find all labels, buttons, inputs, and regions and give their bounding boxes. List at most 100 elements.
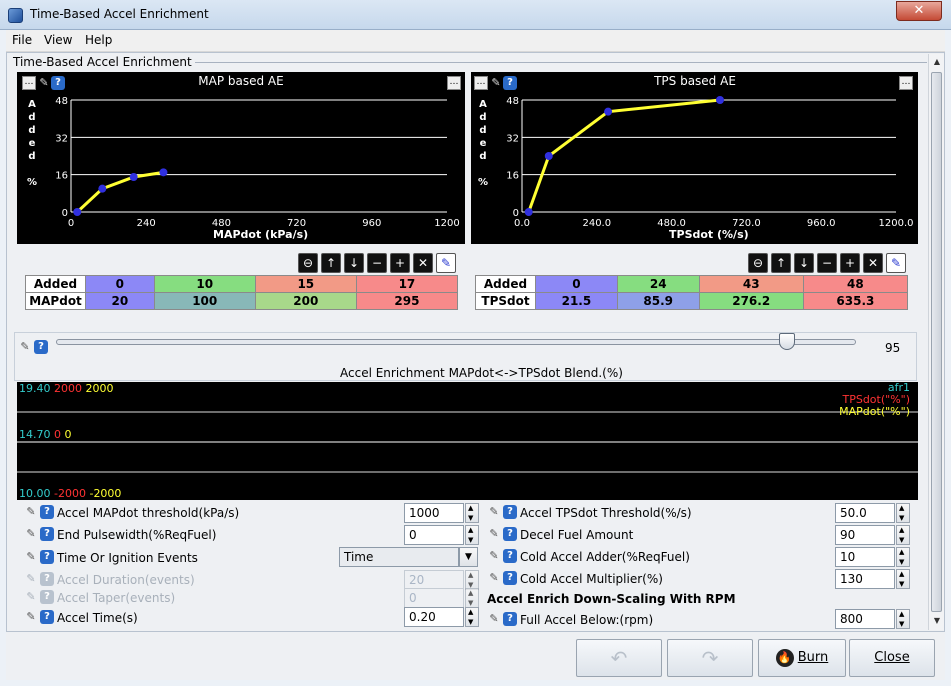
cold-accel-mult-spinner[interactable] [896,569,910,589]
cold-accel-adder-spinner[interactable] [896,547,910,567]
edit-icon[interactable]: ✎ [24,610,38,624]
edit-icon[interactable]: ✎ [24,505,38,519]
accel-time-input[interactable]: 0.20 [404,607,464,627]
tps-dot-cell[interactable]: 276.2 [698,292,804,310]
tps-table-minus-all-button[interactable]: ⊖ [748,253,768,273]
help-icon[interactable]: ? [503,612,517,626]
help-icon[interactable]: ? [503,505,517,519]
map-dot-cell[interactable]: 100 [153,292,256,310]
map-table-down-button[interactable]: ↓ [344,253,364,273]
map-y-axis-label: A d d e d % [26,98,38,189]
tps-chart-help-icon[interactable]: ? [503,76,517,90]
edit-icon[interactable]: ✎ [24,527,38,541]
blend-edit-icon[interactable]: ✎ [18,340,32,354]
edit-icon[interactable]: ✎ [24,550,38,564]
mapdot-threshold-input[interactable]: 1000 [404,503,464,523]
full-accel-below-spinner[interactable] [896,609,910,629]
cold-accel-mult-input[interactable]: 130 [835,569,895,589]
help-icon[interactable]: ? [503,527,517,541]
end-pulsewidth-input[interactable]: 0 [404,525,464,545]
tps-table-up-button[interactable]: ↑ [771,253,791,273]
menu-view[interactable]: View [44,33,72,47]
tps-table-clear-button[interactable]: ✕ [863,253,883,273]
edit-icon[interactable]: ✎ [487,571,501,585]
tps-table-increment-button[interactable]: + [840,253,860,273]
time-or-events-select[interactable]: Time [339,547,459,567]
map-table-edit-button[interactable]: ✎ [436,253,456,273]
menu-help[interactable]: Help [85,33,112,47]
tps-chart-options-button[interactable]: … [899,76,913,90]
menu-bar: File View Help [6,30,945,52]
scrollbar-thumb[interactable] [931,72,942,612]
edit-icon[interactable]: ✎ [487,549,501,563]
map-table-minus-all-button[interactable]: ⊖ [298,253,318,273]
help-icon[interactable]: ? [40,610,54,624]
tps-chart-menu-button[interactable]: … [474,76,488,90]
map-table-increment-button[interactable]: + [390,253,410,273]
tps-ae-chart[interactable]: 48 32 16 0 0.0 240.0 480.0 720.0 960.0 1200.0 TPS… [471,72,918,244]
accel-time-spinner[interactable] [465,607,479,627]
undo-button[interactable]: ↶ [576,639,662,677]
map-dot-cell[interactable]: 200 [254,292,357,310]
map-chart-edit-icon[interactable]: ✎ [37,76,51,90]
tpsdot-threshold-input[interactable]: 50.0 [835,503,895,523]
tps-dot-cell[interactable]: 21.5 [535,292,618,310]
map-chart-options-button[interactable]: … [447,76,461,90]
vertical-scrollbar[interactable]: ▲ ▼ [928,54,944,630]
full-accel-below-input[interactable]: 800 [835,609,895,629]
help-icon[interactable]: ? [503,571,517,585]
mapdot-threshold-spinner[interactable] [465,503,479,523]
tps-added-cell[interactable]: 43 [698,275,804,293]
menu-file[interactable]: File [12,33,32,47]
tps-table-down-button[interactable]: ↓ [794,253,814,273]
map-added-cell[interactable]: 15 [254,275,357,293]
tps-table-edit-button[interactable]: ✎ [886,253,906,273]
map-added-cell[interactable]: 10 [153,275,256,293]
map-added-cell[interactable]: 17 [355,275,459,293]
map-ae-plot[interactable]: 48321600 240 480 720 960 1200 [17,72,465,244]
help-icon[interactable]: ? [503,549,517,563]
scroll-up-icon[interactable]: ▲ [930,55,944,69]
window-close-button[interactable]: ✕ [896,1,942,21]
tps-dot-cell[interactable]: 85.9 [616,292,700,310]
map-dot-cell[interactable]: 295 [355,292,459,310]
tps-dot-cell[interactable]: 635.3 [802,292,909,310]
map-added-cell[interactable]: 0 [85,275,155,293]
tps-table-decrement-button[interactable]: − [817,253,837,273]
map-table-decrement-button[interactable]: − [367,253,387,273]
decel-fuel-spinner[interactable] [896,525,910,545]
close-button[interactable]: Close [849,639,935,677]
map-chart-title: MAP based AE [198,74,284,88]
help-icon[interactable]: ? [40,505,54,519]
tpsdot-threshold-spinner[interactable] [896,503,910,523]
blend-help-icon[interactable]: ? [34,340,48,354]
map-chart-help-icon[interactable]: ? [51,76,65,90]
map-chart-menu-button[interactable]: … [22,76,36,90]
map-dot-cell[interactable]: 20 [85,292,155,310]
blend-slider-track[interactable] [56,339,856,345]
blend-slider-knob[interactable] [779,333,795,350]
burn-button[interactable]: 🔥 Burn [758,639,846,677]
decel-fuel-input[interactable]: 90 [835,525,895,545]
map-ae-chart[interactable]: 48 32 16 0 0 240 480 720 960 1200 MAP based AE … … [17,72,465,244]
redo-button[interactable]: ↷ [667,639,753,677]
chevron-down-icon[interactable]: ▼ [459,547,478,567]
tps-added-cell[interactable]: 48 [802,275,909,293]
tps-ae-plot[interactable]: 48321600.0 240.0 480.0 720.0 960.0 1200.0 [471,72,918,244]
cold-accel-adder-input[interactable]: 10 [835,547,895,567]
edit-icon[interactable]: ✎ [487,612,501,626]
help-icon[interactable]: ? [40,550,54,564]
edit-icon[interactable]: ✎ [487,505,501,519]
map-table-up-button[interactable]: ↑ [321,253,341,273]
scroll-down-icon[interactable]: ▼ [930,614,944,628]
x-tick-label: 240 [137,218,156,229]
tps-added-cell[interactable]: 24 [616,275,700,293]
strip-afr-mid: 14.70 [19,428,51,441]
map-table-clear-button[interactable]: ✕ [413,253,433,273]
end-pulsewidth-spinner[interactable] [465,525,479,545]
edit-icon[interactable]: ✎ [487,527,501,541]
help-icon[interactable]: ? [40,527,54,541]
tps-added-cell[interactable]: 0 [535,275,618,293]
datalog-strip-chart[interactable]: 19.40 2000 2000 14.70 0 0 10.00 -2000 -2… [17,382,918,500]
tps-chart-edit-icon[interactable]: ✎ [489,76,503,90]
